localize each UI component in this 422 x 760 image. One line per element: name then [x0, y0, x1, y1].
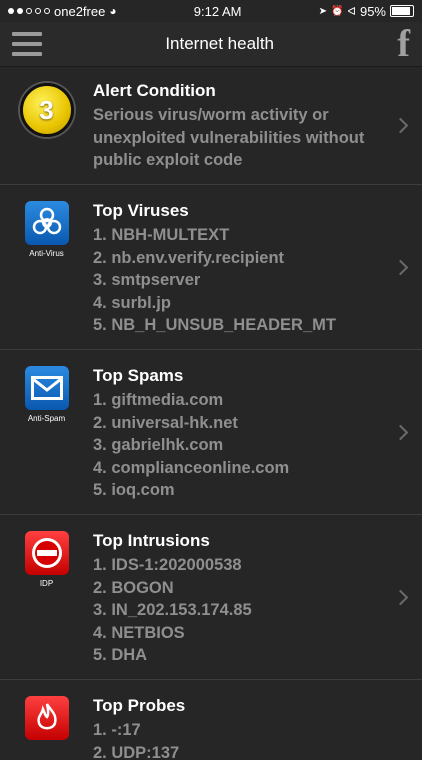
health-list: 3 Alert Condition Serious virus/worm act…: [0, 67, 422, 760]
facebook-icon[interactable]: f: [397, 25, 410, 63]
anti-spam-app: Anti-Spam: [24, 366, 70, 423]
virus-item: 3. smtpserver: [93, 269, 382, 292]
intrusions-title: Top Intrusions: [93, 531, 382, 551]
probe-icon-col: [0, 696, 93, 740]
flame-icon: [25, 696, 69, 740]
alert-text: Alert Condition Serious virus/worm activ…: [93, 81, 422, 172]
anti-virus-app: Anti-Virus: [24, 201, 70, 258]
intrusion-icon-col: IDP: [0, 531, 93, 588]
virus-item: 2. nb.env.verify.recipient: [93, 247, 382, 270]
virus-item: 4. surbl.jp: [93, 292, 382, 315]
status-left: one2free ◕: [8, 4, 117, 19]
intrusion-item: 3. IN_202.153.174.85: [93, 599, 382, 622]
alert-condition-row[interactable]: 3 Alert Condition Serious virus/worm act…: [0, 67, 422, 185]
spam-item: 1. giftmedia.com: [93, 389, 382, 412]
probe-item: 1. -:17: [93, 719, 382, 742]
alert-icon-col: 3: [0, 81, 93, 137]
virus-item: 1. NBH-MULTEXT: [93, 224, 382, 247]
no-entry-icon: [25, 531, 69, 575]
status-time: 9:12 AM: [194, 4, 242, 19]
anti-spam-label: Anti-Spam: [28, 414, 65, 423]
viruses-text: Top Viruses 1. NBH-MULTEXT 2. nb.env.ver…: [93, 201, 422, 337]
idp-app: IDP: [24, 531, 70, 588]
idp-label: IDP: [40, 579, 53, 588]
probes-title: Top Probes: [93, 696, 382, 716]
top-spams-row[interactable]: Anti-Spam Top Spams 1. giftmedia.com 2. …: [0, 350, 422, 515]
top-intrusions-row[interactable]: IDP Top Intrusions 1. IDS-1:202000538 2.…: [0, 515, 422, 680]
intrusion-item: 5. DHA: [93, 644, 382, 667]
probe-app: [24, 696, 70, 740]
page-title: Internet health: [165, 34, 274, 54]
alert-level-icon: 3: [20, 83, 74, 137]
spam-item: 5. ioq.com: [93, 479, 382, 502]
location-icon: ➤: [319, 6, 327, 17]
biohazard-icon: [25, 201, 69, 245]
nav-bar: Internet health f: [0, 22, 422, 67]
status-right: ➤ ⏰ ᐊ 95%: [319, 4, 414, 19]
carrier-label: one2free: [54, 4, 105, 19]
menu-icon[interactable]: [12, 32, 42, 56]
intrusions-text: Top Intrusions 1. IDS-1:202000538 2. BOG…: [93, 531, 422, 667]
signal-icon: [8, 8, 50, 14]
virus-icon-col: Anti-Virus: [0, 201, 93, 258]
battery-percent: 95%: [360, 4, 386, 19]
spam-icon-col: Anti-Spam: [0, 366, 93, 423]
alert-title: Alert Condition: [93, 81, 382, 101]
alarm-icon: ⏰: [331, 6, 343, 17]
battery-icon: [390, 5, 414, 17]
virus-item: 5. NB_H_UNSUB_HEADER_MT: [93, 314, 382, 337]
alert-line: public exploit code: [93, 149, 382, 172]
top-probes-row[interactable]: Top Probes 1. -:17 2. UDP:137: [0, 680, 422, 760]
spam-item: 4. complianceonline.com: [93, 457, 382, 480]
spam-item: 2. universal-hk.net: [93, 412, 382, 435]
anti-virus-label: Anti-Virus: [29, 249, 64, 258]
intrusion-item: 1. IDS-1:202000538: [93, 554, 382, 577]
wifi-icon: ◕: [109, 4, 116, 18]
alert-line: Serious virus/worm activity or: [93, 104, 382, 127]
alert-line: unexploited vulnerabilities without: [93, 127, 382, 150]
status-bar: one2free ◕ 9:12 AM ➤ ⏰ ᐊ 95%: [0, 0, 422, 22]
top-viruses-row[interactable]: Anti-Virus Top Viruses 1. NBH-MULTEXT 2.…: [0, 185, 422, 350]
spams-title: Top Spams: [93, 366, 382, 386]
intrusion-item: 2. BOGON: [93, 577, 382, 600]
probe-item: 2. UDP:137: [93, 742, 382, 760]
spam-item: 3. gabrielhk.com: [93, 434, 382, 457]
viruses-title: Top Viruses: [93, 201, 382, 221]
bluetooth-icon: ᐊ: [348, 5, 356, 18]
intrusion-item: 4. NETBIOS: [93, 622, 382, 645]
envelope-icon: [25, 366, 69, 410]
probes-text: Top Probes 1. -:17 2. UDP:137: [93, 696, 422, 760]
spams-text: Top Spams 1. giftmedia.com 2. universal-…: [93, 366, 422, 502]
